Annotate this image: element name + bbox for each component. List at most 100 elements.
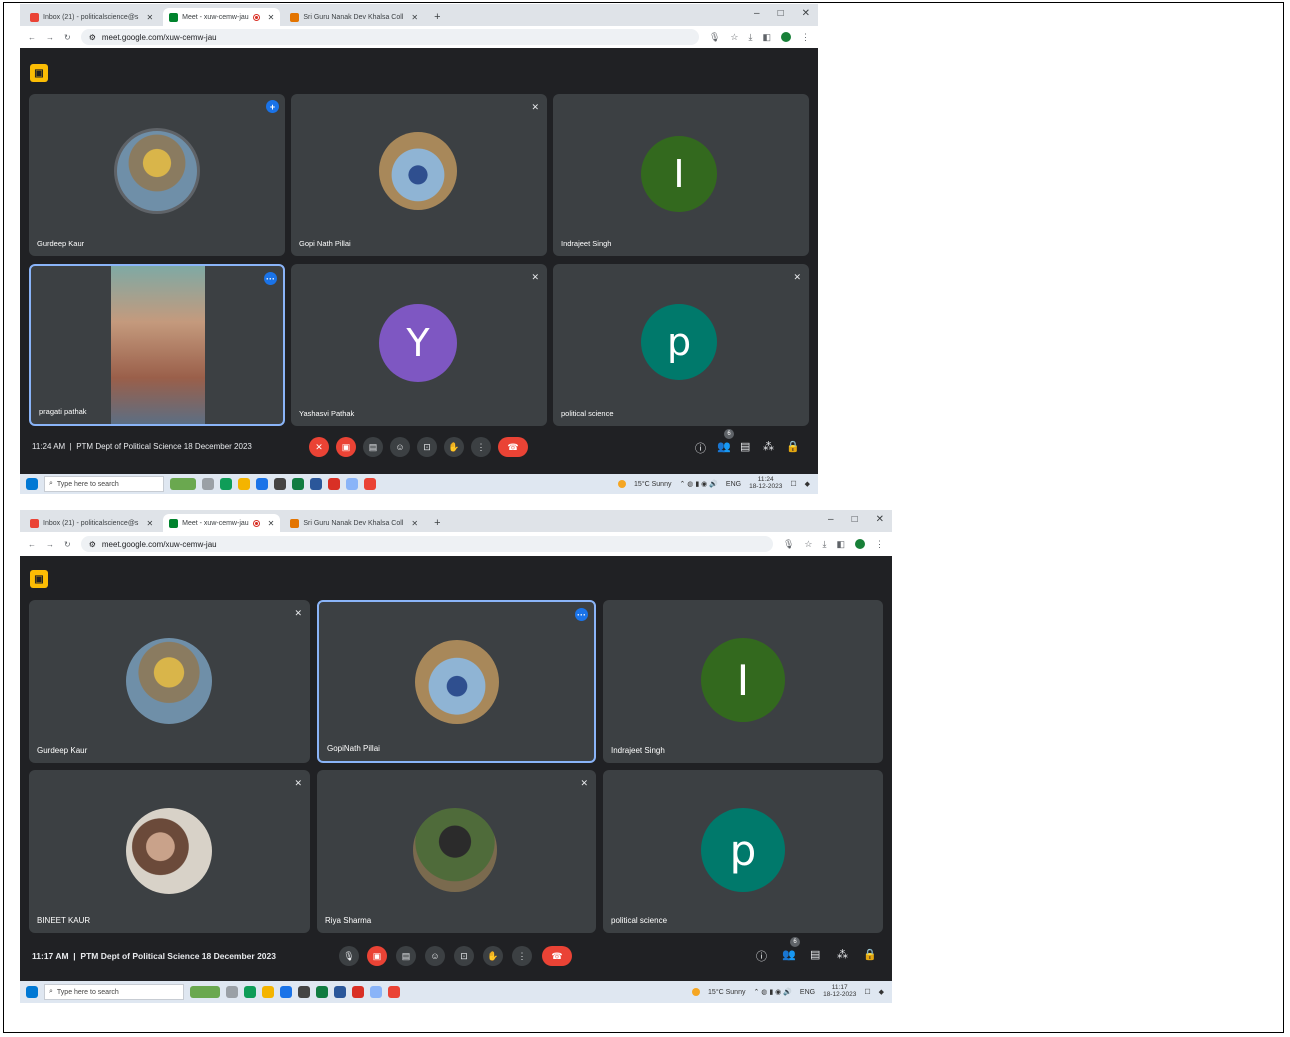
sidepanel-icon[interactable]: ◧ — [836, 539, 845, 550]
sidepanel-icon[interactable]: ◧ — [762, 32, 771, 43]
edge-icon[interactable] — [220, 478, 232, 490]
clock[interactable]: 11:17 18-12-2023 — [823, 984, 856, 999]
maximize-icon[interactable]: □ — [778, 8, 784, 19]
close-tab-icon[interactable]: ✕ — [146, 519, 153, 528]
captions-button[interactable]: ▤ — [363, 437, 383, 457]
participant-tile[interactable]: p political science — [603, 770, 883, 933]
camera-toggle-button[interactable]: ▣ — [336, 437, 356, 457]
download-icon[interactable]: ⤓ — [823, 539, 827, 550]
tray-icons[interactable]: ⌃ ◍ ▮ ◉ 🔊 — [753, 988, 791, 996]
leave-call-button[interactable]: ☎ — [498, 437, 528, 457]
emoji-button[interactable]: ☺ — [425, 946, 445, 966]
store-icon[interactable] — [256, 478, 268, 490]
captions-button[interactable]: ▤ — [396, 946, 416, 966]
maximize-icon[interactable]: □ — [852, 514, 858, 525]
activities-icon[interactable]: ⁂ — [763, 440, 774, 453]
new-tab-button[interactable]: + — [428, 514, 446, 532]
info-icon[interactable]: ⓘ — [695, 440, 706, 456]
chat-icon[interactable]: ▤ — [740, 440, 750, 453]
widget-icon[interactable] — [190, 986, 220, 998]
close-tab-icon[interactable]: ✕ — [411, 519, 418, 528]
tab-college[interactable]: Sri Guru Nanak Dev Khalsa Coll ✕ — [284, 514, 424, 532]
forward-icon[interactable]: → — [46, 540, 54, 549]
raise-hand-button[interactable]: ✋ — [483, 946, 503, 966]
forward-icon[interactable]: → — [46, 33, 54, 42]
tab-college[interactable]: Sri Guru Nanak Dev Khalsa Coll ✕ — [284, 8, 424, 26]
mic-icon[interactable]: 🎙 — [709, 32, 720, 43]
participant-tile[interactable]: ··· GopiNath Pillai — [317, 600, 596, 763]
dell-icon[interactable] — [274, 478, 286, 490]
close-tab-icon[interactable]: ✕ — [268, 519, 275, 528]
participant-tile[interactable]: ··· pragati pathak — [29, 264, 285, 426]
notifications-icon[interactable]: ☐ — [790, 480, 796, 488]
tab-meet[interactable]: Meet - xuw-cemw-jau ✕ — [163, 8, 281, 26]
notifications-icon[interactable]: ☐ — [864, 988, 870, 996]
participant-tile[interactable]: ✕ BINEET KAUR — [29, 770, 310, 933]
taskbar-search[interactable]: ⌕ Type here to search — [44, 984, 184, 1000]
participant-tile[interactable]: p ✕ political science — [553, 264, 809, 426]
windows-start-icon[interactable] — [26, 478, 38, 490]
tab-meet[interactable]: Meet - xuw-cemw-jau ✕ — [163, 514, 281, 532]
copilot-icon[interactable]: ◆ — [879, 988, 884, 996]
site-info-icon[interactable]: ⚙ — [89, 33, 96, 42]
download-icon[interactable]: ⤓ — [749, 32, 753, 43]
info-icon[interactable]: ⓘ — [756, 948, 767, 964]
more-options-icon[interactable]: ··· — [575, 608, 588, 621]
bookmark-star-icon[interactable]: ☆ — [730, 32, 738, 43]
menu-icon[interactable]: ⋮ — [875, 539, 884, 550]
participant-tile[interactable]: Y ✕ Yashasvi Pathak — [291, 264, 547, 426]
participant-tile[interactable]: I Indrajeet Singh — [603, 600, 883, 763]
weather-text[interactable]: 15°C Sunny — [634, 481, 671, 488]
app-icon[interactable] — [352, 986, 364, 998]
activities-icon[interactable]: ⁂ — [837, 948, 848, 961]
participant-tile[interactable]: + Gurdeep Kaur — [29, 94, 285, 256]
close-window-icon[interactable]: ✕ — [876, 514, 884, 525]
language-indicator[interactable]: ENG — [800, 989, 815, 996]
more-options-button[interactable]: ⋮ — [512, 946, 532, 966]
clock[interactable]: 11:24 18-12-2023 — [749, 476, 782, 491]
emoji-button[interactable]: ☺ — [390, 437, 410, 457]
participant-tile[interactable]: ✕ Riya Sharma — [317, 770, 596, 933]
profile-avatar[interactable] — [855, 539, 865, 549]
present-button[interactable]: ⊡ — [417, 437, 437, 457]
profile-avatar[interactable] — [781, 32, 791, 42]
mic-toggle-button[interactable]: ✕ — [309, 437, 329, 457]
more-options-button[interactable]: ⋮ — [471, 437, 491, 457]
leave-call-button[interactable]: ☎ — [542, 946, 572, 966]
store-icon[interactable] — [280, 986, 292, 998]
word-icon[interactable] — [310, 478, 322, 490]
file-explorer-icon[interactable] — [238, 478, 250, 490]
close-tab-icon[interactable]: ✕ — [268, 13, 275, 22]
chat-icon[interactable]: ▤ — [810, 948, 820, 961]
site-info-icon[interactable]: ⚙ — [89, 540, 96, 549]
back-icon[interactable]: ← — [28, 33, 36, 42]
close-tab-icon[interactable]: ✕ — [411, 13, 418, 22]
app-icon[interactable] — [328, 478, 340, 490]
new-tab-button[interactable]: + — [428, 8, 446, 26]
back-icon[interactable]: ← — [28, 540, 36, 549]
url-field[interactable]: ⚙ meet.google.com/xuw-cemw-jau — [80, 536, 773, 552]
present-button[interactable]: ⊡ — [454, 946, 474, 966]
raise-hand-button[interactable]: ✋ — [444, 437, 464, 457]
people-icon[interactable]: 👥 — [782, 948, 796, 961]
close-tab-icon[interactable]: ✕ — [146, 13, 153, 22]
dell-icon[interactable] — [298, 986, 310, 998]
weather-text[interactable]: 15°C Sunny — [708, 989, 745, 996]
host-controls-icon[interactable]: 🔒 — [863, 948, 877, 961]
copilot-icon[interactable]: ◆ — [805, 480, 810, 488]
excel-icon[interactable] — [292, 478, 304, 490]
photos-icon[interactable] — [346, 478, 358, 490]
task-view-icon[interactable] — [226, 986, 238, 998]
widget-icon[interactable] — [170, 478, 196, 490]
minimize-icon[interactable]: – — [754, 8, 760, 19]
participant-tile[interactable]: ✕ Gopi Nath Pillai — [291, 94, 547, 256]
participant-tile[interactable]: ✕ Gurdeep Kaur — [29, 600, 310, 763]
participant-tile[interactable]: I Indrajeet Singh — [553, 94, 809, 256]
reload-icon[interactable]: ↻ — [64, 33, 71, 42]
mic-toggle-button[interactable]: 🎙 — [339, 946, 359, 966]
file-explorer-icon[interactable] — [262, 986, 274, 998]
bookmark-star-icon[interactable]: ☆ — [804, 539, 812, 550]
tab-gmail[interactable]: Inbox (21) - politicalscience@s ✕ — [24, 514, 159, 532]
chrome-icon[interactable] — [364, 478, 376, 490]
language-indicator[interactable]: ENG — [726, 481, 741, 488]
